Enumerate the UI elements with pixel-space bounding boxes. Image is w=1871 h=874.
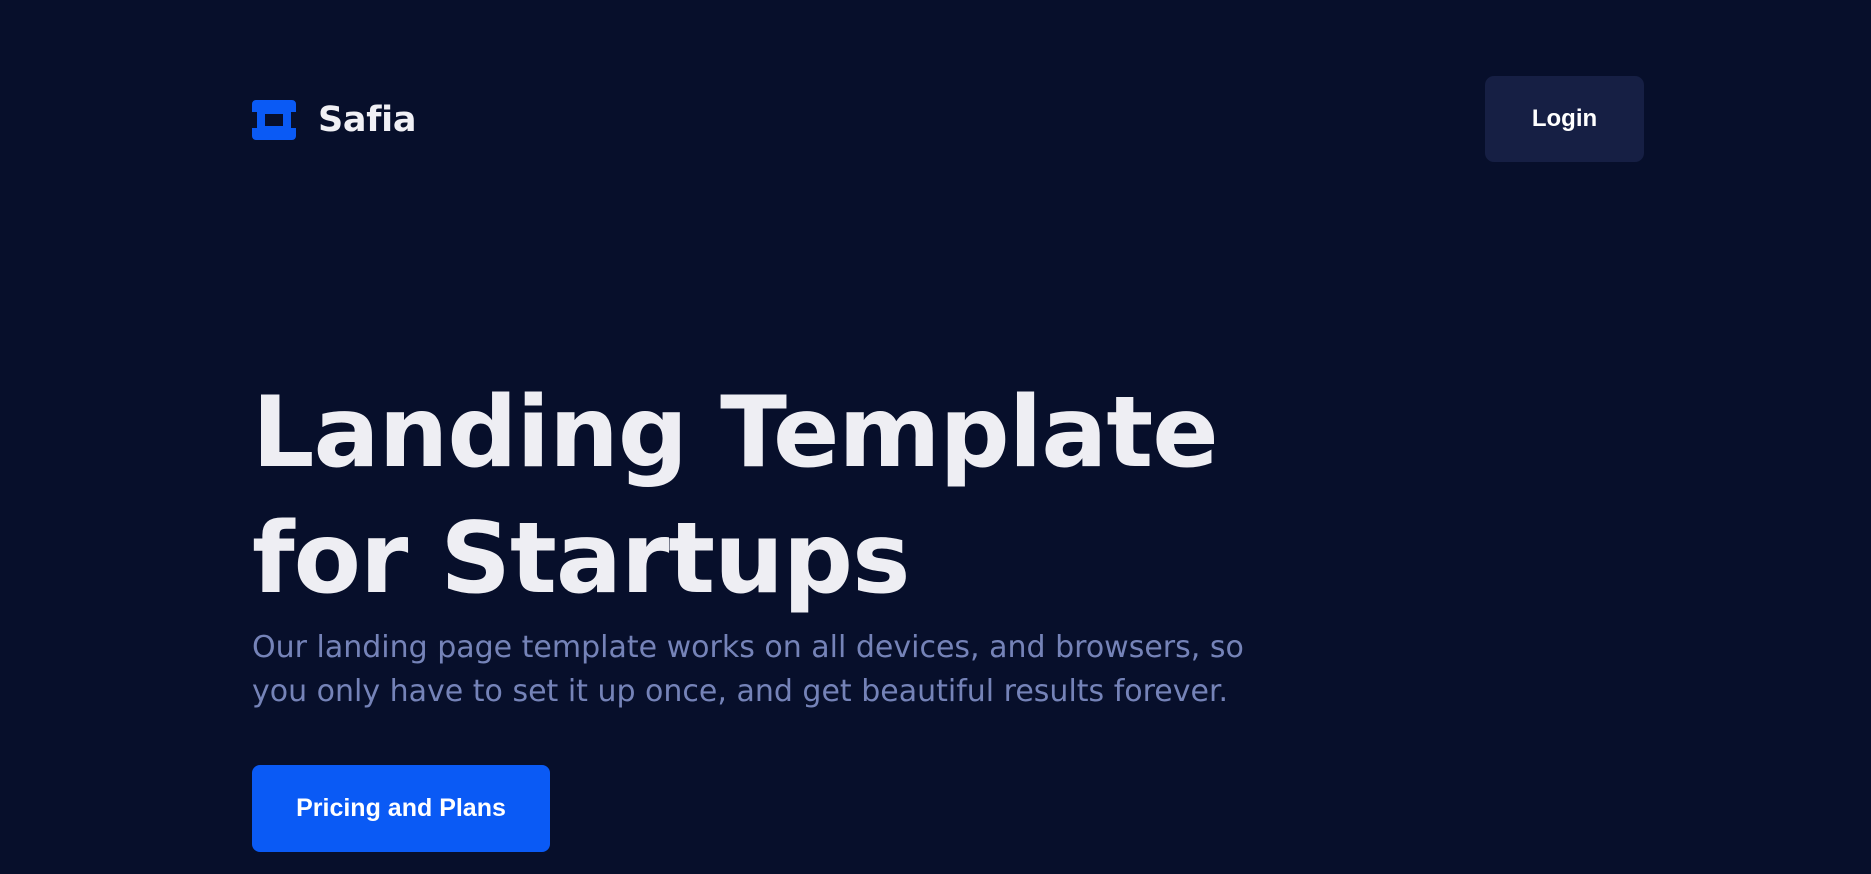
ticket-logo-icon (252, 100, 296, 140)
hero-title: Landing Template for Startups (252, 370, 1352, 622)
brand-name: Safia (318, 100, 417, 140)
site-header: Safia Login (252, 76, 1644, 162)
hero-title-line2: for Startups (252, 502, 910, 616)
brand-link[interactable]: Safia (252, 100, 416, 140)
hero-title-line1: Landing Template (252, 376, 1219, 490)
pricing-and-plans-button[interactable]: Pricing and Plans (252, 765, 550, 852)
login-button[interactable]: Login (1485, 76, 1644, 162)
hero-section: Landing Template for Startups Our landin… (252, 370, 1352, 714)
hero-subtitle: Our landing page template works on all d… (252, 630, 1244, 709)
